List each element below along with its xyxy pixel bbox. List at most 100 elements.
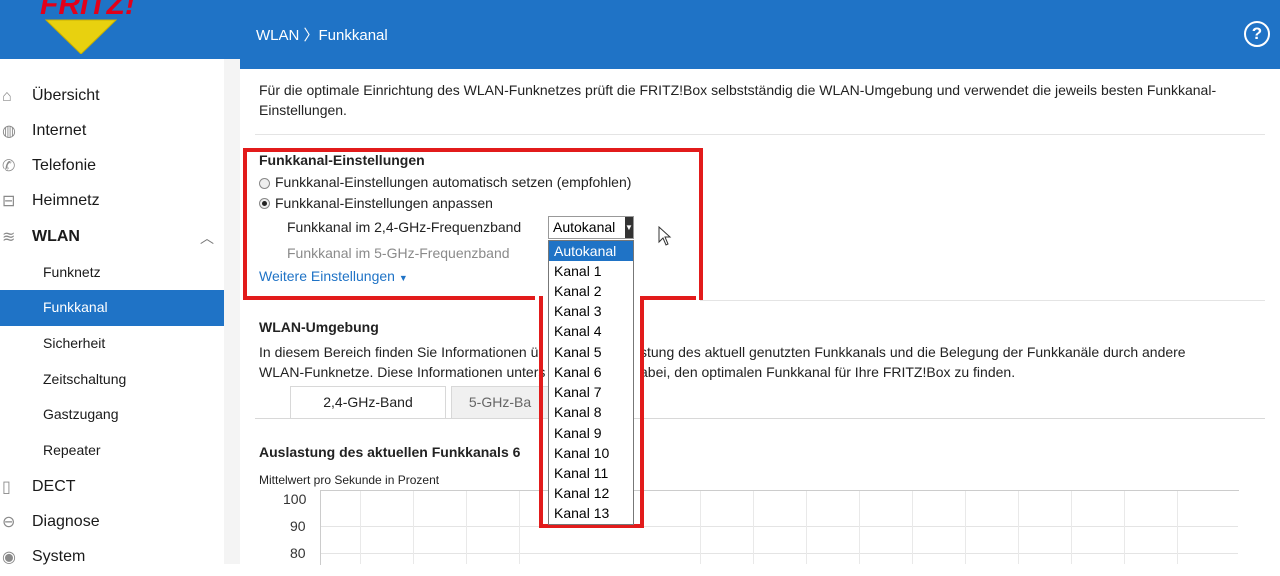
- option-kanal-6[interactable]: Kanal 6: [549, 362, 633, 382]
- sidebar-subitem-zeitschaltung[interactable]: Zeitschaltung: [0, 362, 224, 398]
- option-label: Autokanal: [554, 243, 617, 259]
- mouse-cursor-icon: [658, 226, 672, 246]
- option-label: Kanal 2: [554, 283, 602, 299]
- sidebar-subitem-gastzugang[interactable]: Gastzugang: [0, 397, 224, 433]
- option-kanal-11[interactable]: Kanal 11: [549, 463, 633, 483]
- chart-gridline: [1124, 491, 1125, 564]
- chart-gridline: [700, 491, 701, 564]
- section-divider: [255, 134, 1265, 135]
- tab-divider: [255, 418, 1265, 419]
- sidebar-item-label: Telefonie: [32, 157, 97, 174]
- sidebar-item-label: DECT: [32, 478, 76, 495]
- chart-gridline: [806, 491, 807, 564]
- option-kanal-1[interactable]: Kanal 1: [549, 261, 633, 281]
- svg-text:FRITZ!: FRITZ!: [40, 0, 135, 21]
- option-kanal-10[interactable]: Kanal 10: [549, 443, 633, 463]
- breadcrumb: WLAN 〉Funkkanal: [256, 27, 388, 44]
- option-label: Kanal 5: [554, 344, 602, 360]
- wifi-icon: ≋: [2, 229, 16, 246]
- option-kanal-7[interactable]: Kanal 7: [549, 382, 633, 402]
- sidebar-item-system[interactable]: ◉ System: [0, 540, 224, 576]
- sidebar-item-diagnose[interactable]: ⊖ Diagnose: [0, 505, 224, 541]
- sidebar-subitem-label: Funkkanal: [43, 299, 108, 315]
- env-title: WLAN-Umgebung: [259, 319, 379, 335]
- option-label: Kanal 7: [554, 384, 602, 400]
- fritz-logo[interactable]: FRITZ!: [16, 0, 146, 54]
- y-tick-80: 80: [290, 545, 306, 561]
- sidebar-item-label: Diagnose: [32, 513, 100, 530]
- option-label: Kanal 11: [554, 465, 609, 481]
- chart-gridline: [912, 491, 913, 564]
- sidebar-item-internet[interactable]: ◍ Internet: [0, 114, 224, 150]
- sidebar-subitem-funkkanal[interactable]: Funkkanal: [0, 290, 224, 326]
- option-label: Kanal 6: [554, 364, 602, 380]
- chart-caption: Mittelwert pro Sekunde in Prozent: [259, 473, 440, 487]
- chart-gridline: [1071, 491, 1072, 564]
- load-title: Auslastung des aktuellen Funkkanals 6: [259, 444, 521, 460]
- home-icon: ⌂: [2, 88, 12, 105]
- chart-gridline: [321, 553, 1238, 554]
- highlight-connector: [640, 296, 696, 300]
- sidebar-item-telefonie[interactable]: ✆ Telefonie: [0, 149, 224, 185]
- option-label: Kanal 10: [554, 445, 610, 461]
- sidebar-subitem-label: Sicherheit: [43, 335, 106, 351]
- system-icon: ◉: [2, 549, 16, 566]
- sidebar-item-uebersicht[interactable]: ⌂ Übersicht: [0, 79, 224, 115]
- sidebar-item-label: Internet: [32, 122, 87, 139]
- option-autokanal[interactable]: Autokanal: [549, 241, 633, 261]
- help-icon[interactable]: ?: [1244, 21, 1270, 47]
- sidebar-divider: [224, 59, 240, 564]
- sidebar-subitem-repeater[interactable]: Repeater: [0, 433, 224, 469]
- chart-gridline: [753, 491, 754, 564]
- sidebar-item-label: Übersicht: [32, 87, 100, 104]
- highlight-settings-box: [243, 148, 703, 300]
- tab-5ghz[interactable]: 5-GHz-Ba: [451, 386, 549, 419]
- option-kanal-3[interactable]: Kanal 3: [549, 301, 633, 321]
- option-kanal-4[interactable]: Kanal 4: [549, 321, 633, 341]
- option-label: Kanal 12: [554, 485, 610, 501]
- env-text-2b: abei, den optimalen Funkkanal für Ihre F…: [640, 364, 1016, 380]
- top-bar: WLAN 〉Funkkanal ?: [240, 0, 1280, 69]
- chart-gridline: [519, 491, 520, 564]
- intro-text: Für die optimale Einrichtung des WLAN-Fu…: [259, 82, 1217, 118]
- option-kanal-9[interactable]: Kanal 9: [549, 423, 633, 443]
- sidebar-subitem-funknetz[interactable]: Funknetz: [0, 255, 224, 291]
- option-label: Kanal 1: [554, 263, 602, 279]
- env-text-1b: stung des aktuell genutzten Funkkanals u…: [640, 344, 1186, 360]
- chart-gridline: [466, 491, 467, 564]
- sidebar-item-label: System: [32, 548, 86, 565]
- phone-icon: ✆: [2, 158, 16, 175]
- sidebar-item-heimnetz[interactable]: ⊟ Heimnetz: [0, 184, 224, 220]
- sidebar-subitem-label: Funknetz: [43, 264, 101, 280]
- sidebar-item-dect[interactable]: ▯ DECT: [0, 470, 224, 506]
- section-divider: [700, 300, 1265, 301]
- env-text-1a: In diesem Bereich finden Sie Information…: [259, 344, 539, 360]
- chart-gridline: [859, 491, 860, 564]
- option-label: Kanal 4: [554, 323, 602, 339]
- highlight-connector: [243, 296, 535, 300]
- chart-gridline: [413, 491, 414, 564]
- sidebar-subitem-sicherheit[interactable]: Sicherheit: [0, 326, 224, 362]
- sidebar-subitem-label: Zeitschaltung: [43, 371, 127, 387]
- sidebar-item-wlan[interactable]: ≋ WLAN ︿: [0, 220, 224, 256]
- sidebar-subitem-label: Repeater: [43, 442, 101, 458]
- diagnose-icon: ⊖: [2, 514, 16, 531]
- sidebar: ⌂ Übersicht ◍ Internet ✆ Telefonie ⊟ Hei…: [0, 59, 224, 566]
- sidebar-item-label: WLAN: [32, 228, 80, 245]
- option-label: Kanal 13: [554, 505, 610, 521]
- sidebar-item-label: Heimnetz: [32, 192, 100, 209]
- tab-24ghz[interactable]: 2,4-GHz-Band: [290, 386, 446, 419]
- option-kanal-12[interactable]: Kanal 12: [549, 483, 633, 503]
- dect-phone-icon: ▯: [2, 479, 11, 496]
- option-kanal-8[interactable]: Kanal 8: [549, 402, 633, 422]
- chart-gridline: [1177, 491, 1178, 564]
- option-kanal-5[interactable]: Kanal 5: [549, 342, 633, 362]
- option-kanal-13[interactable]: Kanal 13: [549, 503, 633, 523]
- option-label: Kanal 8: [554, 404, 602, 420]
- option-kanal-2[interactable]: Kanal 2: [549, 281, 633, 301]
- chart-gridline: [1018, 491, 1019, 564]
- chart-gridline: [965, 491, 966, 564]
- y-tick-100: 100: [283, 491, 307, 507]
- globe-icon: ◍: [2, 123, 16, 140]
- channel-dropdown-list[interactable]: Autokanal Kanal 1 Kanal 2 Kanal 3 Kanal …: [548, 240, 634, 525]
